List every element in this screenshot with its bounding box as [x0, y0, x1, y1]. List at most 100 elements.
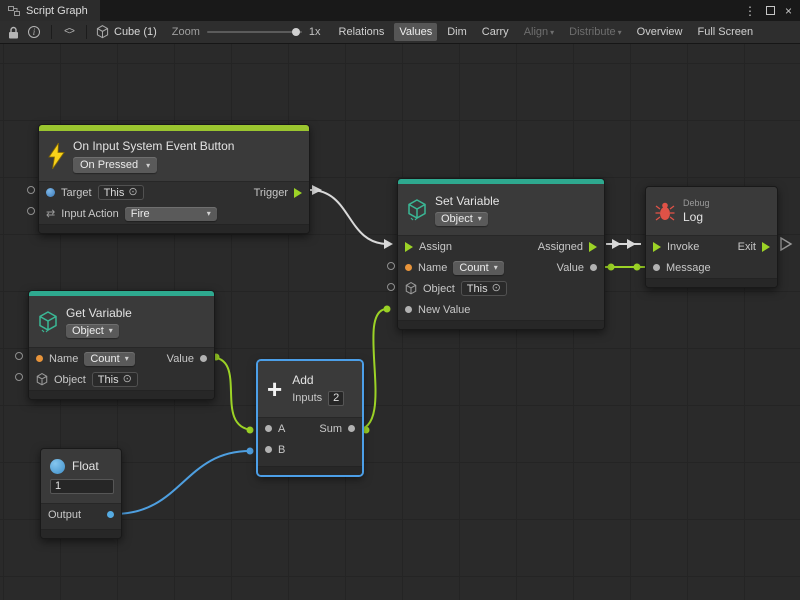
- overview-button[interactable]: Overview: [632, 23, 688, 41]
- align-button[interactable]: Align▾: [519, 23, 559, 41]
- node-float[interactable]: Float 1 Output: [40, 448, 122, 539]
- port-row: B: [258, 439, 362, 460]
- name-value: Count: [459, 262, 488, 274]
- exit-output-port[interactable]: [762, 242, 770, 252]
- carry-button[interactable]: Carry: [477, 23, 514, 41]
- port-row: Invoke Exit: [646, 236, 777, 257]
- tab-script-graph[interactable]: Script Graph: [0, 0, 100, 21]
- node-debug-log[interactable]: Debug Log Invoke Exit Message: [645, 186, 778, 288]
- chevron-down-icon: ▾: [207, 209, 211, 218]
- object-cube-icon: [405, 282, 417, 295]
- chevron-down-icon: ▾: [618, 28, 622, 37]
- inputs-label: Inputs: [292, 392, 322, 404]
- assigned-output-port[interactable]: [589, 242, 597, 252]
- output-port[interactable]: [107, 511, 114, 518]
- chevron-down-icon: ▾: [109, 326, 113, 335]
- port-row: New Value: [398, 299, 604, 320]
- zoom-slider[interactable]: [207, 25, 302, 39]
- target-value-chip[interactable]: This ⊙: [98, 185, 144, 200]
- event-mode-dropdown[interactable]: On Pressed ▾: [73, 157, 157, 173]
- info-icon[interactable]: i: [26, 24, 42, 40]
- object-value-chip[interactable]: This ⊙: [461, 281, 507, 296]
- graph-target[interactable]: Cube (1): [114, 26, 157, 38]
- lock-glyph: [8, 26, 19, 39]
- fullscreen-button[interactable]: Full Screen: [693, 23, 759, 41]
- assign-input-port[interactable]: [405, 242, 413, 252]
- name-dropdown[interactable]: Count ▾: [84, 352, 134, 366]
- gameobject-icon: [46, 188, 55, 197]
- input-action-dropdown[interactable]: Fire ▾: [125, 207, 217, 221]
- new-value-input-port[interactable]: [405, 306, 412, 313]
- value-output-port[interactable]: [590, 264, 597, 271]
- node-header: + Add Inputs 2: [258, 361, 362, 417]
- node-footer: [41, 529, 121, 538]
- node-footer: [29, 390, 214, 399]
- window-tab-bar: Script Graph ⋮ ×: [0, 0, 800, 21]
- object-port[interactable]: [387, 283, 395, 291]
- name-port[interactable]: [387, 262, 395, 270]
- sum-label: Sum: [319, 423, 342, 435]
- values-button[interactable]: Values: [394, 23, 437, 41]
- message-input-port[interactable]: [653, 264, 660, 271]
- maximize-icon[interactable]: [766, 6, 775, 15]
- plus-icon: +: [267, 379, 282, 399]
- port-row: Target This ⊙ Trigger: [39, 182, 309, 203]
- node-set-variable[interactable]: Set Variable Object ▾ Assign Assigned Na…: [397, 178, 605, 330]
- name-input-port[interactable]: [36, 355, 43, 362]
- align-label: Align: [524, 26, 548, 38]
- value-label: Value: [557, 262, 584, 274]
- variable-cube-icon: [407, 199, 427, 221]
- input-action-icon: ⇄: [46, 207, 55, 220]
- value-output-port[interactable]: [200, 355, 207, 362]
- port-row: ⇄ Input Action Fire ▾: [39, 203, 309, 224]
- trigger-output-port[interactable]: [294, 188, 302, 198]
- node-title: Log: [683, 210, 703, 224]
- node-get-variable[interactable]: Get Variable Object ▾ Name Count ▾ Value: [28, 290, 215, 400]
- b-input-port[interactable]: [265, 446, 272, 453]
- port-row: Message: [646, 257, 777, 278]
- code-icon[interactable]: <>: [61, 24, 77, 40]
- target-input-port[interactable]: [27, 186, 35, 194]
- node-body: Name Count ▾ Value Object This ⊙: [29, 347, 214, 390]
- variable-kind-dropdown[interactable]: Object ▾: [435, 212, 488, 226]
- name-input-port[interactable]: [405, 264, 412, 271]
- node-title: Add: [292, 373, 313, 387]
- node-title: On Input System Event Button: [73, 139, 234, 153]
- input-action-input-port[interactable]: [27, 207, 35, 215]
- assign-label: Assign: [419, 241, 452, 253]
- invoke-label: Invoke: [667, 241, 699, 253]
- a-input-port[interactable]: [265, 425, 272, 432]
- sum-output-port[interactable]: [348, 425, 355, 432]
- relations-button[interactable]: Relations: [334, 23, 390, 41]
- float-value-field[interactable]: 1: [50, 479, 114, 494]
- node-on-input-system-event-button[interactable]: On Input System Event Button On Pressed …: [38, 124, 310, 234]
- chevron-down-icon: ▾: [146, 161, 150, 170]
- port-row: Object This ⊙: [29, 369, 214, 390]
- window-controls: ⋮ ×: [744, 0, 800, 21]
- variable-kind-dropdown[interactable]: Object ▾: [66, 324, 119, 338]
- event-mode-value: On Pressed: [80, 159, 138, 171]
- object-port[interactable]: [15, 373, 23, 381]
- name-port[interactable]: [15, 352, 23, 360]
- node-footer: [646, 278, 777, 287]
- invoke-input-port[interactable]: [653, 242, 661, 252]
- input-action-label: Input Action: [61, 208, 119, 220]
- dim-button[interactable]: Dim: [442, 23, 472, 41]
- message-label: Message: [666, 262, 711, 274]
- port-row: Assign Assigned: [398, 236, 604, 257]
- close-icon[interactable]: ×: [785, 5, 792, 17]
- inputs-count-field[interactable]: 2: [328, 391, 344, 406]
- kebab-menu-icon[interactable]: ⋮: [744, 5, 756, 17]
- name-label: Name: [418, 262, 447, 274]
- distribute-button[interactable]: Distribute▾: [564, 23, 626, 41]
- object-value: This: [98, 374, 119, 386]
- name-dropdown[interactable]: Count ▾: [453, 261, 503, 275]
- zoom-slider-handle[interactable]: [292, 28, 300, 36]
- lock-icon[interactable]: [5, 24, 21, 40]
- node-add[interactable]: + Add Inputs 2 A Sum B: [257, 360, 363, 476]
- input-action-value: Fire: [131, 208, 150, 220]
- script-graph-icon: [8, 5, 20, 17]
- node-body: Invoke Exit Message: [646, 235, 777, 278]
- object-value-chip[interactable]: This ⊙: [92, 372, 138, 387]
- self-target-icon: ⊙: [492, 283, 501, 294]
